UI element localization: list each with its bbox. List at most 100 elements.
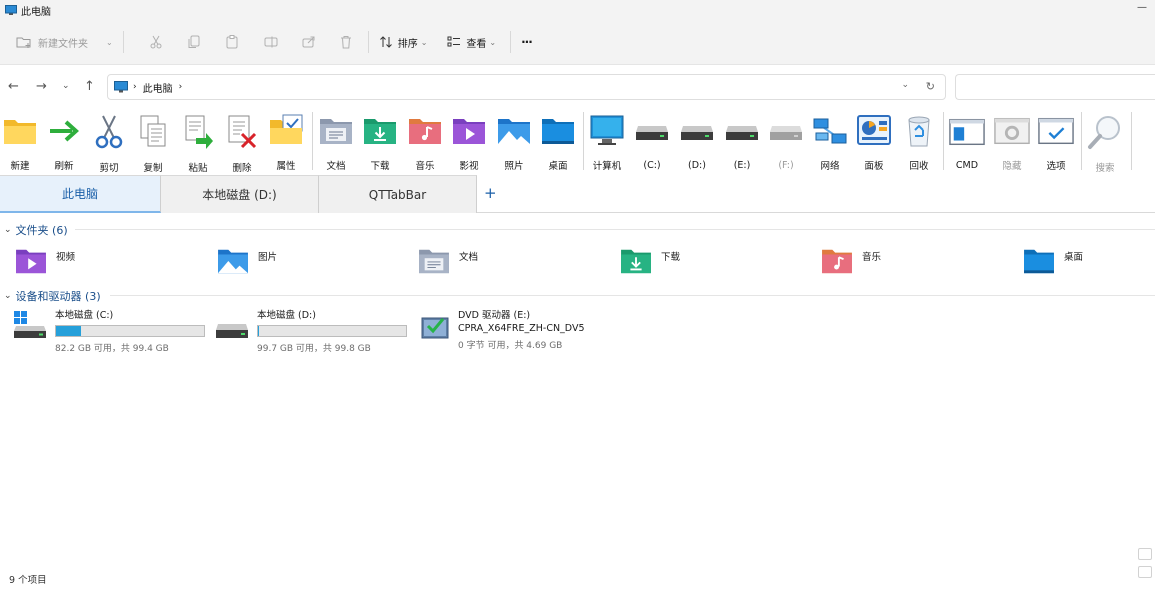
list-item-desktop[interactable]: 桌面 [1022,247,1083,275]
recent-chevron-icon[interactable]: ⌄ [62,81,70,91]
forward-arrow-icon[interactable]: → [36,79,47,94]
drive-usage-bar [257,325,407,337]
qt-new-button[interactable]: 新建 [0,114,42,172]
drive-icon [216,324,248,338]
qt-paste-label: 粘贴 [188,163,208,174]
qt-drive-e-button[interactable]: (E:) [720,114,764,172]
address-dropdown-icon[interactable]: ⌄ [901,80,909,90]
list-item-drive-c[interactable]: 本地磁盘 (C:) 82.2 GB 可用，共 99.4 GB [13,310,205,354]
qt-properties-button[interactable]: 属性 [264,114,308,172]
minimize-button[interactable]: — [1137,2,1147,13]
qt-search-button[interactable]: 搜索 [1083,114,1127,174]
details-view-icon[interactable] [1138,548,1152,560]
sort-icon [379,36,392,48]
qt-drive-f-label: (F:) [778,160,794,171]
folder-name: 文档 [459,252,479,263]
qt-desktop-label: 桌面 [548,161,568,172]
folders-group-header[interactable]: ⌄ 文件夹 (6) [4,222,68,238]
qt-delete-button[interactable]: 删除 [220,114,264,174]
qt-computer-button[interactable]: 计算机 [585,114,629,172]
up-arrow-icon[interactable]: ↑ [84,79,95,94]
qt-cut-button[interactable]: 剪切 [87,114,131,174]
view-button[interactable]: 查看 ⌄ [447,27,496,57]
sort-button[interactable]: 排序 ⌄ [379,27,427,57]
search-input[interactable] [955,74,1155,100]
breadcrumb-chevron-icon[interactable]: › [179,82,183,92]
qt-cmd-label: CMD [955,160,979,171]
list-item-pictures[interactable]: 图片 [216,247,277,275]
drive-icon [768,114,804,150]
more-button[interactable]: ··· [521,27,533,57]
qt-cmd-button[interactable]: CMD [945,114,989,172]
drive-name: 本地磁盘 (D:) [257,310,316,321]
share-icon [302,36,315,48]
folder-name: 音乐 [862,252,882,263]
rename-icon [264,36,278,48]
paste-button[interactable] [226,27,238,57]
qt-recycle-button[interactable]: 回收 [897,114,941,172]
drive-usage-fill [56,326,82,336]
qt-control-panel-button[interactable]: 面板 [852,114,896,172]
qt-documents-label: 文档 [326,161,346,172]
share-button[interactable] [302,27,316,57]
qt-drive-f-button[interactable]: (F:) [764,114,808,172]
qt-paste-button[interactable]: 粘贴 [176,114,220,174]
list-item-music[interactable]: 音乐 [820,247,881,275]
qt-network-label: 网络 [820,161,840,172]
control-panel-icon [856,114,892,148]
list-item-documents[interactable]: 文档 [417,247,478,275]
list-item-downloads[interactable]: 下载 [619,247,680,275]
delete-button[interactable] [340,27,352,57]
collapse-chevron-icon[interactable]: ⌄ [4,225,12,235]
add-tab-button[interactable]: + [484,184,497,202]
qt-drive-c-button[interactable]: (C:) [630,114,674,172]
breadcrumb-this-pc[interactable]: 此电脑 [143,80,173,95]
qt-cut-label: 剪切 [99,163,119,174]
qt-options-button[interactable]: 选项 [1034,114,1078,172]
cut-button[interactable] [150,27,162,57]
list-item-drive-d[interactable]: 本地磁盘 (D:) 99.7 GB 可用，共 99.8 GB [215,310,407,354]
new-folder-icon [16,37,31,48]
tab-qttabbar[interactable]: QTTabBar [319,175,477,213]
paste-icon [180,114,216,150]
new-folder-button[interactable]: 新建文件夹 ⌄ [16,27,113,57]
qt-drive-d-label: (D:) [688,160,706,171]
qt-downloads-button[interactable]: 下载 [358,114,402,172]
collapse-chevron-icon[interactable]: ⌄ [4,291,12,301]
drive-icon [724,114,760,150]
copy-button[interactable] [188,27,200,57]
address-bar[interactable]: › 此电脑 › ⌄ ↻ [107,74,946,100]
qt-desktop-button[interactable]: 桌面 [536,114,580,172]
breadcrumb-chevron-icon[interactable]: › [133,82,137,92]
qt-network-button[interactable]: 网络 [808,114,852,172]
qt-drive-d-button[interactable]: (D:) [675,114,719,172]
drive-name: 本地磁盘 (C:) [55,310,114,321]
qt-hidden-button[interactable]: 隐藏 [990,114,1034,172]
list-item-videos[interactable]: 视频 [14,247,75,275]
title-bar: 此电脑 — [0,0,1155,20]
toolbar-divider [1081,112,1082,170]
qt-refresh-button[interactable]: 刷新 [42,114,86,172]
refresh-icon[interactable]: ↻ [926,80,935,93]
view-label: 查看 [466,38,487,50]
rename-button[interactable] [264,27,278,57]
tiles-view-icon[interactable] [1138,566,1152,578]
back-arrow-icon[interactable]: ← [8,79,19,94]
copy-icon [135,114,171,150]
tab-this-pc[interactable]: 此电脑 [0,175,161,213]
qt-pictures-button[interactable]: 照片 [492,114,536,172]
tab-local-disk-d[interactable]: 本地磁盘 (D:) [161,175,319,213]
tab-bar: 此电脑 本地磁盘 (D:) QTTabBar + [0,175,1155,213]
list-item-drive-e[interactable]: DVD 驱动器 (E:) CPRA_X64FRE_ZH-CN_DV5 0 字节 … [420,310,585,351]
desktop-folder-icon [1024,249,1054,274]
qt-documents-button[interactable]: 文档 [314,114,358,172]
qt-videos-button[interactable]: 影视 [447,114,491,172]
qt-copy-button[interactable]: 复制 [131,114,175,174]
folder-name: 桌面 [1064,252,1084,263]
qt-new-label: 新建 [10,161,30,172]
qt-music-button[interactable]: 音乐 [403,114,447,172]
window-title: 此电脑 [21,6,51,18]
cut-icon [150,35,162,49]
devices-group-header[interactable]: ⌄ 设备和驱动器 (3) [4,288,101,304]
new-menu-chevron-icon[interactable]: ⌄ [106,38,113,47]
